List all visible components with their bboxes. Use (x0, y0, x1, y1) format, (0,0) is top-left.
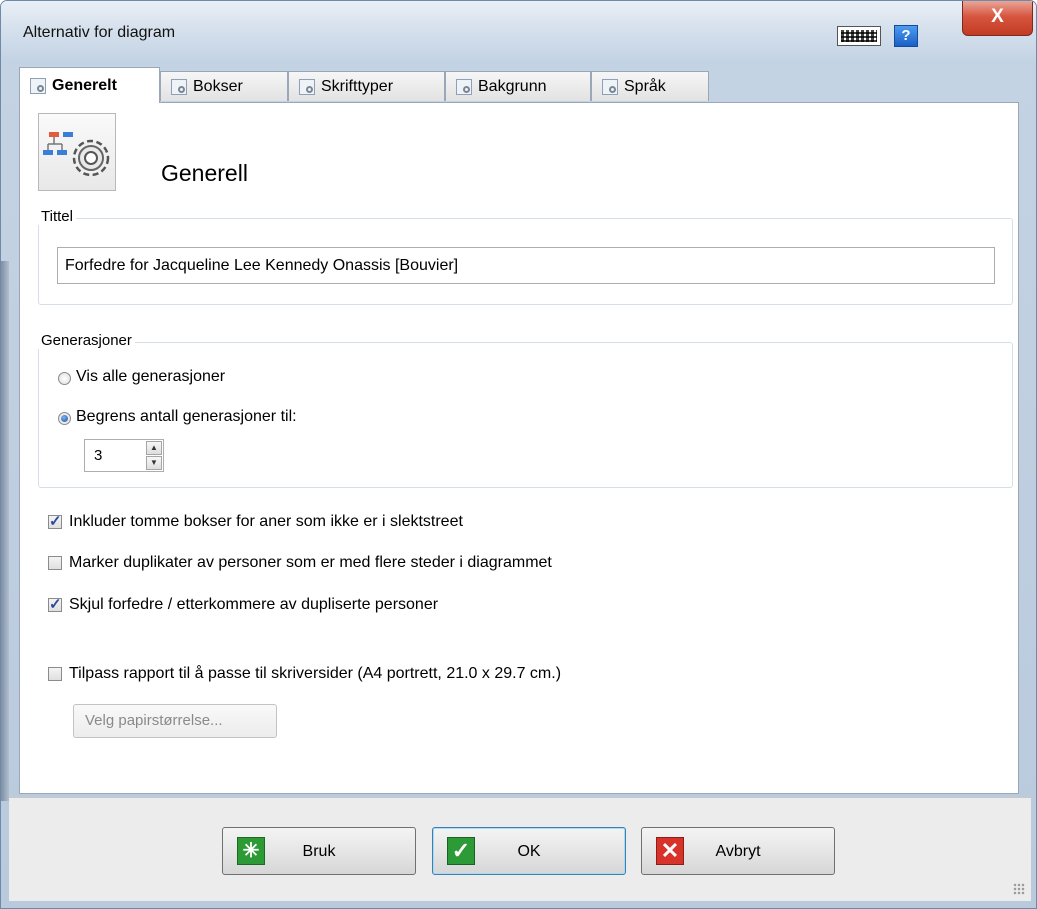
fit-to-pages-label[interactable]: Tilpass rapport til å passe til skrivers… (69, 665, 561, 683)
title-bar[interactable]: Alternativ for diagram ? X (1, 1, 1036, 59)
tab-label: Skrifttyper (321, 77, 394, 95)
tab-sprak[interactable]: Språk (591, 71, 709, 101)
tab-generelt[interactable]: Generelt (19, 67, 160, 103)
settings-icon (602, 78, 618, 95)
tab-bakgrunn[interactable]: Bakgrunn (445, 71, 591, 101)
include-empty-boxes-label[interactable]: Inkluder tomme bokser for aner som ikke … (69, 513, 463, 531)
cancel-button[interactable]: ✕ Avbryt (641, 827, 835, 875)
settings-icon (30, 77, 46, 94)
window-title: Alternativ for diagram (23, 24, 176, 41)
help-icon[interactable]: ? (894, 25, 918, 47)
settings-icon (456, 78, 472, 95)
stepper-up-icon[interactable]: ▲ (146, 441, 162, 455)
apply-button-label: Bruk (302, 843, 336, 860)
fit-to-pages-checkbox[interactable] (48, 667, 62, 681)
tab-strip: Generelt Bokser Skrifttyper Bakgrunn Spr… (19, 67, 1022, 103)
close-button[interactable]: X (962, 1, 1033, 36)
mark-duplicates-checkbox[interactable] (48, 556, 62, 570)
section-heading: Generell (161, 160, 248, 186)
tab-panel-generelt: Generell Tittel Generasjoner Vis alle ge… (19, 102, 1019, 794)
show-all-generations-radio[interactable] (58, 372, 71, 385)
apply-button[interactable]: ✳ Bruk (222, 827, 416, 875)
hide-duplicate-ancestors-checkbox[interactable] (48, 595, 62, 613)
tab-label: Språk (624, 77, 666, 95)
generations-group-label: Generasjoner (38, 332, 135, 349)
window-edge (1, 261, 9, 801)
tab-label: Bokser (193, 77, 243, 95)
resize-grip-icon[interactable] (1013, 883, 1025, 895)
generations-stepper[interactable]: 3 ▲ ▼ (84, 439, 164, 472)
chart-settings-gear-icon (38, 113, 116, 191)
include-empty-boxes-checkbox[interactable] (48, 512, 62, 530)
title-group-label: Tittel (38, 208, 76, 225)
tab-label: Generelt (52, 76, 117, 94)
settings-icon (171, 78, 187, 95)
ok-button-label: OK (517, 843, 541, 860)
mark-duplicates-label[interactable]: Marker duplikater av personer som er med… (69, 554, 552, 572)
settings-icon (299, 78, 315, 95)
choose-paper-size-button[interactable]: Velg papirstørrelse... (73, 704, 277, 738)
dialog-footer: ✳ Bruk ✓ OK ✕ Avbryt (9, 797, 1031, 901)
generations-stepper-value[interactable]: 3 (94, 447, 102, 464)
ok-button[interactable]: ✓ OK (432, 827, 626, 875)
stepper-down-icon[interactable]: ▼ (146, 456, 162, 470)
tab-bokser[interactable]: Bokser (160, 71, 288, 101)
keyboard-icon[interactable] (837, 26, 881, 46)
cancel-button-label: Avbryt (715, 843, 761, 860)
title-input[interactable] (57, 247, 995, 284)
dialog-window: Alternativ for diagram ? X Generelt Boks… (0, 0, 1037, 909)
limit-generations-radio[interactable] (58, 412, 71, 425)
hide-duplicate-ancestors-label[interactable]: Skjul forfedre / etterkommere av duplise… (69, 596, 438, 614)
show-all-generations-label[interactable]: Vis alle generasjoner (76, 368, 225, 386)
tab-skrifttyper[interactable]: Skrifttyper (288, 71, 445, 101)
tab-label: Bakgrunn (478, 77, 547, 95)
limit-generations-label[interactable]: Begrens antall generasjoner til: (76, 408, 297, 426)
